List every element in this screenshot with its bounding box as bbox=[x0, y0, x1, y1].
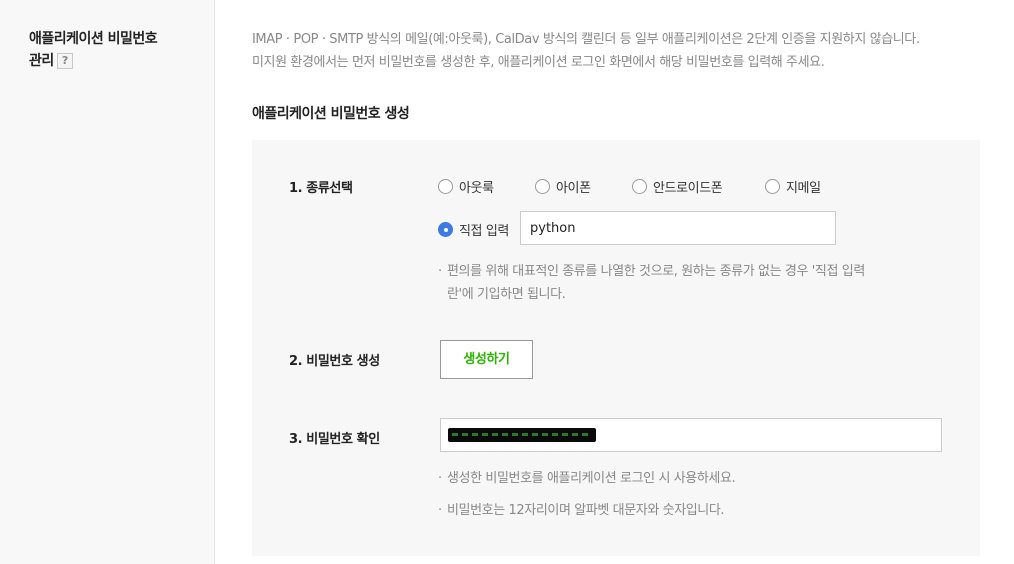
radio-android[interactable]: 안드로이드폰 bbox=[632, 177, 723, 196]
password-display[interactable] bbox=[440, 418, 942, 452]
radio-iphone[interactable]: 아이폰 bbox=[535, 177, 591, 196]
settings-panel: 1. 종류선택 아웃룩 아이폰 안드로이드폰 지메일 직접 입력 · 편의를 위… bbox=[252, 140, 980, 556]
redacted-password bbox=[448, 428, 596, 442]
section-title: 애플리케이션 비밀번호 관리? bbox=[29, 28, 158, 72]
section-title-line1: 애플리케이션 비밀번호 bbox=[29, 31, 158, 47]
left-column: 애플리케이션 비밀번호 관리? bbox=[0, 0, 215, 564]
step1-note-line1: 편의를 위해 대표적인 종류를 나열한 것으로, 원하는 종류가 없는 경우 '… bbox=[447, 264, 865, 279]
radio-label: 안드로이드폰 bbox=[653, 181, 723, 196]
radio-outlook[interactable]: 아웃룩 bbox=[438, 177, 494, 196]
subheading: 애플리케이션 비밀번호 생성 bbox=[252, 106, 410, 122]
radio-label: 아웃룩 bbox=[459, 181, 494, 196]
radio-circle[interactable] bbox=[438, 179, 453, 194]
description-line1: IMAP · POP · SMTP 방식의 메일(예:아웃룩), CalDav … bbox=[252, 32, 920, 47]
radio-custom[interactable]: 직접 입력 bbox=[438, 220, 509, 239]
help-icon[interactable]: ? bbox=[56, 53, 73, 69]
radio-circle[interactable] bbox=[632, 179, 647, 194]
section-title-line2: 관리 bbox=[29, 53, 54, 69]
generate-button[interactable]: 생성하기 bbox=[440, 340, 533, 379]
radio-circle-selected[interactable] bbox=[438, 222, 453, 237]
step3-note1: · 생성한 비밀번호를 애플리케이션 로그인 시 사용하세요. bbox=[438, 471, 736, 486]
step2-label: 2. 비밀번호 생성 bbox=[289, 354, 380, 369]
step3-note2: · 비밀번호는 12자리이며 알파벳 대문자와 숫자입니다. bbox=[438, 503, 725, 518]
radio-gmail[interactable]: 지메일 bbox=[765, 177, 821, 196]
step3-label: 3. 비밀번호 확인 bbox=[289, 432, 380, 447]
radio-label: 지메일 bbox=[786, 181, 821, 196]
description: IMAP · POP · SMTP 방식의 메일(예:아웃룩), CalDav … bbox=[252, 28, 920, 74]
step1-note: · 편의를 위해 대표적인 종류를 나열한 것으로, 원하는 종류가 없는 경우… bbox=[438, 260, 865, 306]
radio-label: 아이폰 bbox=[556, 181, 591, 196]
description-line2: 미지원 환경에서는 먼저 비밀번호를 생성한 후, 애플리케이션 로그인 화면에… bbox=[252, 55, 825, 70]
custom-type-input[interactable] bbox=[520, 211, 836, 245]
radio-circle[interactable] bbox=[535, 179, 550, 194]
step1-label: 1. 종류선택 bbox=[289, 181, 353, 196]
radio-circle[interactable] bbox=[765, 179, 780, 194]
radio-label: 직접 입력 bbox=[459, 224, 509, 239]
step1-note-line2: 란'에 기입하면 됩니다. bbox=[447, 287, 566, 302]
